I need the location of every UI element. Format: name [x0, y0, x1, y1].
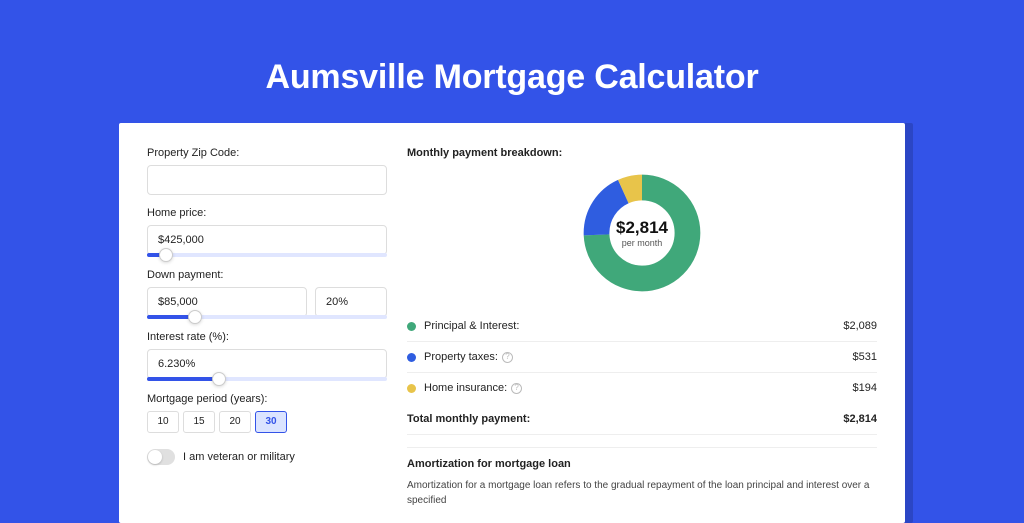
legend: Principal & Interest:$2,089Property taxe… — [407, 311, 877, 403]
down-payment-slider[interactable] — [147, 315, 387, 319]
amortization-text: Amortization for a mortgage loan refers … — [407, 478, 877, 508]
legend-value: $2,089 — [843, 320, 877, 332]
legend-value: $531 — [853, 351, 877, 363]
veteran-row: I am veteran or military — [147, 449, 387, 465]
down-payment-slider-thumb[interactable] — [188, 310, 202, 324]
donut-center: $2,814 per month — [582, 173, 702, 293]
info-icon[interactable]: ? — [502, 352, 513, 363]
zip-input[interactable] — [147, 165, 387, 195]
section-divider — [407, 447, 877, 448]
down-payment-field: Down payment: — [147, 269, 387, 319]
donut-chart: $2,814 per month — [582, 173, 702, 293]
interest-slider-thumb[interactable] — [212, 372, 226, 386]
donut-sub: per month — [622, 238, 663, 248]
legend-row: Property taxes: ?$531 — [407, 342, 877, 373]
home-price-field: Home price: — [147, 207, 387, 257]
veteran-toggle[interactable] — [147, 449, 175, 465]
legend-label: Home insurance: ? — [424, 382, 853, 394]
legend-row: Home insurance: ?$194 — [407, 373, 877, 403]
veteran-label: I am veteran or military — [183, 451, 295, 463]
home-price-slider-thumb[interactable] — [159, 248, 173, 262]
legend-dot-icon — [407, 384, 416, 393]
zip-field: Property Zip Code: — [147, 147, 387, 195]
interest-label: Interest rate (%): — [147, 331, 387, 343]
interest-input[interactable] — [147, 349, 387, 379]
legend-dot-icon — [407, 353, 416, 362]
page-title: Aumsville Mortgage Calculator — [0, 0, 1024, 123]
down-payment-pct-input[interactable] — [315, 287, 387, 317]
legend-total-row: Total monthly payment: $2,814 — [407, 403, 877, 435]
interest-field: Interest rate (%): — [147, 331, 387, 381]
donut-chart-wrap: $2,814 per month — [407, 165, 877, 311]
period-options: 10152030 — [147, 411, 387, 433]
period-button-15[interactable]: 15 — [183, 411, 215, 433]
home-price-label: Home price: — [147, 207, 387, 219]
legend-label: Property taxes: ? — [424, 351, 853, 363]
legend-dot-icon — [407, 322, 416, 331]
period-button-20[interactable]: 20 — [219, 411, 251, 433]
legend-value: $194 — [853, 382, 877, 394]
interest-slider[interactable] — [147, 377, 387, 381]
legend-total-value: $2,814 — [843, 413, 877, 425]
period-label: Mortgage period (years): — [147, 393, 387, 405]
interest-slider-fill — [147, 377, 219, 381]
donut-amount: $2,814 — [616, 218, 668, 238]
legend-total-label: Total monthly payment: — [407, 413, 843, 425]
period-button-10[interactable]: 10 — [147, 411, 179, 433]
breakdown-title: Monthly payment breakdown: — [407, 147, 877, 159]
period-field: Mortgage period (years): 10152030 — [147, 393, 387, 433]
home-price-input[interactable] — [147, 225, 387, 255]
period-button-30[interactable]: 30 — [255, 411, 287, 433]
results-column: Monthly payment breakdown: $2,814 per mo… — [407, 147, 877, 499]
down-payment-input[interactable] — [147, 287, 307, 317]
calculator-card: Property Zip Code: Home price: Down paym… — [119, 123, 905, 523]
zip-label: Property Zip Code: — [147, 147, 387, 159]
legend-row: Principal & Interest:$2,089 — [407, 311, 877, 342]
legend-label: Principal & Interest: — [424, 320, 843, 332]
info-icon[interactable]: ? — [511, 383, 522, 394]
inputs-column: Property Zip Code: Home price: Down paym… — [147, 147, 387, 499]
home-price-slider[interactable] — [147, 253, 387, 257]
down-payment-label: Down payment: — [147, 269, 387, 281]
amortization-title: Amortization for mortgage loan — [407, 458, 877, 470]
